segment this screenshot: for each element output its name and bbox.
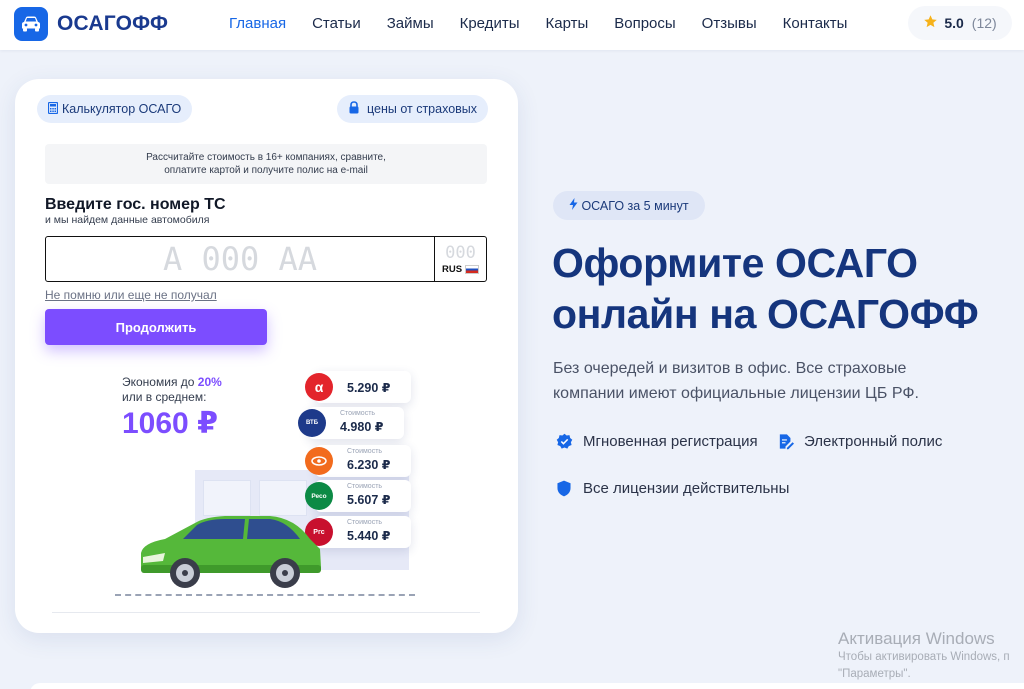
calculator-card: Калькулятор ОСАГО цены от страховых Расс… bbox=[15, 79, 518, 633]
prices-tag: цены от страховых bbox=[337, 95, 489, 123]
feature-label: Мгновенная регистрация bbox=[583, 432, 758, 450]
continue-button[interactable]: Продолжить bbox=[45, 309, 267, 345]
feature-electronic-policy: Электронный полис bbox=[776, 432, 942, 450]
nav-item-questions[interactable]: Вопросы bbox=[614, 15, 675, 32]
ground-line bbox=[115, 594, 415, 596]
logo-text: ОСАГОФФ bbox=[57, 12, 169, 35]
feature-valid-licenses: Все лицензии действительны bbox=[555, 479, 789, 497]
calculator-tag-label: Калькулятор ОСАГО bbox=[62, 102, 182, 116]
nav-item-contacts[interactable]: Контакты bbox=[783, 15, 848, 32]
quote-card-rgs[interactable]: Pгс Стоимость 5.440 ₽ bbox=[305, 516, 411, 548]
plate-subtitle: и мы найдем данные автомобиля bbox=[45, 214, 210, 226]
windows-activation-title: Активация Windows bbox=[838, 629, 995, 648]
car-logo-icon bbox=[14, 7, 48, 41]
quote-caption: Стоимость bbox=[347, 483, 383, 490]
hero-tag: ОСАГО за 5 минут bbox=[553, 191, 705, 220]
nav-item-reviews[interactable]: Отзывы bbox=[702, 15, 757, 32]
windows-activation-line-2: "Параметры". bbox=[838, 668, 911, 680]
economy-value: 1060 ₽ bbox=[122, 407, 218, 440]
quote-caption: Стоимость bbox=[347, 519, 383, 526]
nav-item-credits[interactable]: Кредиты bbox=[460, 15, 520, 32]
economy-suffix: или в среднем: bbox=[122, 390, 207, 404]
nav-item-articles[interactable]: Статьи bbox=[312, 15, 361, 32]
economy-percent: 20% bbox=[197, 375, 222, 389]
reso-logo-icon: Ресо bbox=[305, 482, 333, 510]
quote-price: 5.290 ₽ bbox=[347, 381, 391, 395]
hero-title-line-2: онлайн на ОСАГОФФ bbox=[552, 291, 979, 337]
rating-count: (12) bbox=[971, 15, 997, 31]
quote-caption: Стоимость bbox=[347, 448, 383, 455]
plate-number-field: 000 RUS bbox=[45, 236, 487, 282]
rating-badge[interactable]: 5.0 (12) bbox=[908, 6, 1012, 40]
info-line-2: оплатите картой и получите полис на e-ma… bbox=[164, 165, 368, 176]
hero-title-line-1: Оформите ОСАГО bbox=[552, 240, 918, 286]
plate-number-input[interactable] bbox=[46, 237, 434, 281]
quote-card-vtb[interactable]: ВТБ Стоимость 4.980 ₽ bbox=[298, 407, 404, 439]
ingos-logo-icon bbox=[305, 447, 333, 475]
quote-card-alfa[interactable]: α 5.290 ₽ bbox=[305, 371, 411, 403]
rating-score: 5.0 bbox=[944, 15, 964, 31]
plate-country: RUS bbox=[441, 263, 480, 275]
prices-tag-label: цены от страховых bbox=[367, 102, 478, 116]
quote-price: 4.980 ₽ bbox=[340, 420, 384, 434]
lightning-icon bbox=[569, 198, 578, 213]
hero-tag-label: ОСАГО за 5 минут bbox=[581, 198, 689, 213]
feature-instant-registration: Мгновенная регистрация bbox=[555, 432, 758, 450]
forgot-plate-link[interactable]: Не помню или еще не получал bbox=[45, 288, 217, 302]
plate-country-label: RUS bbox=[441, 263, 463, 275]
quote-card-reso[interactable]: Ресо Стоимость 5.607 ₽ bbox=[305, 480, 411, 512]
nav-item-cards[interactable]: Карты bbox=[545, 15, 588, 32]
russia-flag-icon bbox=[465, 264, 480, 274]
logo[interactable]: ОСАГОФФ bbox=[14, 7, 168, 41]
calculator-icon bbox=[47, 101, 62, 117]
vtb-logo-icon: ВТБ bbox=[298, 409, 326, 437]
quote-price: 5.607 ₽ bbox=[347, 493, 391, 507]
alfa-logo-icon: α bbox=[305, 373, 333, 401]
nav-item-home[interactable]: Главная bbox=[229, 15, 286, 32]
shield-icon bbox=[555, 479, 573, 497]
lock-icon bbox=[348, 101, 364, 117]
windows-activation-line-1: Чтобы активировать Windows, п bbox=[838, 651, 1010, 663]
plate-region-input: 000 bbox=[445, 242, 476, 263]
check-badge-icon bbox=[555, 432, 573, 450]
next-section-edge bbox=[30, 683, 1024, 689]
hero-title: Оформите ОСАГО онлайн на ОСАГОФФ bbox=[552, 238, 1022, 340]
quote-price: 6.230 ₽ bbox=[347, 458, 391, 472]
quote-caption: Стоимость bbox=[340, 410, 376, 417]
plate-region[interactable]: 000 RUS bbox=[434, 237, 486, 281]
economy-text: Экономия до 20% или в среднем: bbox=[122, 375, 222, 405]
star-icon bbox=[923, 14, 938, 32]
info-line-1: Рассчитайте стоимость в 16+ компаниях, с… bbox=[146, 152, 386, 163]
card-divider bbox=[52, 612, 480, 613]
quote-price: 5.440 ₽ bbox=[347, 529, 391, 543]
quote-card-ingos[interactable]: Стоимость 6.230 ₽ bbox=[305, 445, 411, 477]
feature-label: Электронный полис bbox=[804, 432, 943, 450]
calculator-tag: Калькулятор ОСАГО bbox=[37, 95, 193, 123]
main-nav: Главная Статьи Займы Кредиты Карты Вопро… bbox=[229, 15, 873, 32]
info-box: Рассчитайте стоимость в 16+ компаниях, с… bbox=[45, 144, 487, 184]
hero-description: Без очередей и визитов в офис. Все страх… bbox=[553, 360, 919, 402]
green-car-illustration bbox=[135, 509, 325, 594]
site-header: ОСАГОФФ Главная Статьи Займы Кредиты Кар… bbox=[0, 0, 1024, 50]
plate-title: Введите гос. номер ТС bbox=[45, 196, 226, 213]
feature-label: Все лицензии действительны bbox=[583, 479, 790, 497]
nav-item-loans[interactable]: Займы bbox=[387, 15, 434, 32]
document-edit-icon bbox=[776, 432, 794, 450]
economy-prefix: Экономия до bbox=[122, 375, 198, 389]
